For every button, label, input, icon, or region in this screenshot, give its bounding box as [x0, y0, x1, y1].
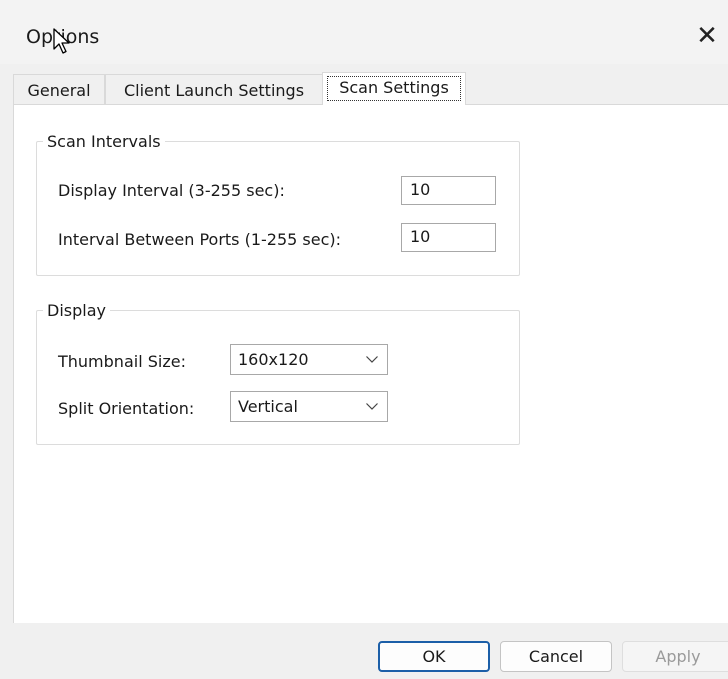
tab-client-launch-settings[interactable]: Client Launch Settings [105, 74, 323, 104]
display-interval-label: Display Interval (3-255 sec): [58, 181, 285, 200]
chevron-down-icon [366, 356, 378, 363]
ok-button[interactable]: OK [378, 641, 490, 672]
scan-intervals-group [36, 141, 520, 276]
ports-interval-label: Interval Between Ports (1-255 sec): [58, 230, 342, 249]
options-dialog: Options ✕ General Client Launch Settings… [0, 0, 728, 679]
title-bar[interactable]: Options ✕ [0, 0, 728, 64]
tab-scan-settings[interactable]: Scan Settings [322, 72, 466, 105]
scan-intervals-legend: Scan Intervals [43, 132, 165, 151]
ports-interval-input[interactable]: 10 [401, 223, 496, 252]
close-button[interactable]: ✕ [689, 18, 725, 54]
thumbnail-size-select[interactable]: 160x120 [230, 344, 388, 375]
tab-general[interactable]: General [13, 74, 105, 104]
close-icon: ✕ [696, 21, 718, 51]
display-interval-input[interactable]: 10 [401, 176, 496, 205]
cancel-button[interactable]: Cancel [500, 641, 612, 672]
thumbnail-size-label: Thumbnail Size: [58, 352, 186, 371]
mouse-pointer-icon [53, 28, 70, 54]
button-bar [0, 623, 728, 679]
split-orientation-label: Split Orientation: [58, 399, 195, 418]
scan-settings-panel: Scan Intervals Display Interval (3-255 s… [13, 104, 728, 623]
chevron-down-icon [366, 403, 378, 410]
display-legend: Display [43, 301, 110, 320]
split-orientation-select[interactable]: Vertical [230, 391, 388, 422]
display-group [36, 310, 520, 445]
apply-button[interactable]: Apply [622, 641, 728, 672]
